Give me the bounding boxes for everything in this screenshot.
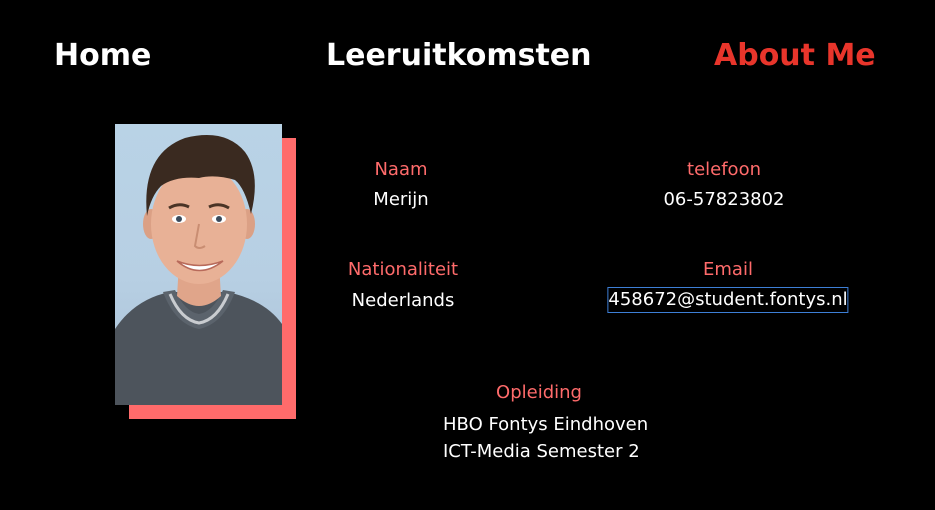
portrait-illustration (115, 135, 282, 405)
phone-value: 06-57823802 (663, 189, 785, 210)
email-link[interactable]: 458672@student.fontys.nl (607, 287, 849, 313)
nav-leeruitkomsten-link[interactable]: Leeruitkomsten (326, 38, 592, 73)
phone-label: telefoon (687, 159, 761, 180)
name-label: Naam (374, 159, 428, 180)
education-values: HBO Fontys Eindhoven ICT-Media Semester … (443, 411, 648, 465)
name-value: Merijn (373, 189, 429, 210)
about-page: Home Leeruitkomsten About Me Naam Merijn… (0, 0, 935, 510)
nationality-value: Nederlands (351, 290, 455, 311)
nav-home-link[interactable]: Home (54, 38, 151, 73)
nationality-label: Nationaliteit (347, 259, 459, 280)
profile-photo (115, 124, 282, 405)
education-line-program: ICT-Media Semester 2 (443, 441, 640, 462)
email-label: Email (703, 259, 753, 280)
nav-about-link[interactable]: About Me (714, 38, 876, 73)
education-label: Opleiding (496, 382, 582, 403)
education-line-school: HBO Fontys Eindhoven (443, 414, 649, 435)
email-value-wrapper: 458672@student.fontys.nl (607, 287, 849, 313)
